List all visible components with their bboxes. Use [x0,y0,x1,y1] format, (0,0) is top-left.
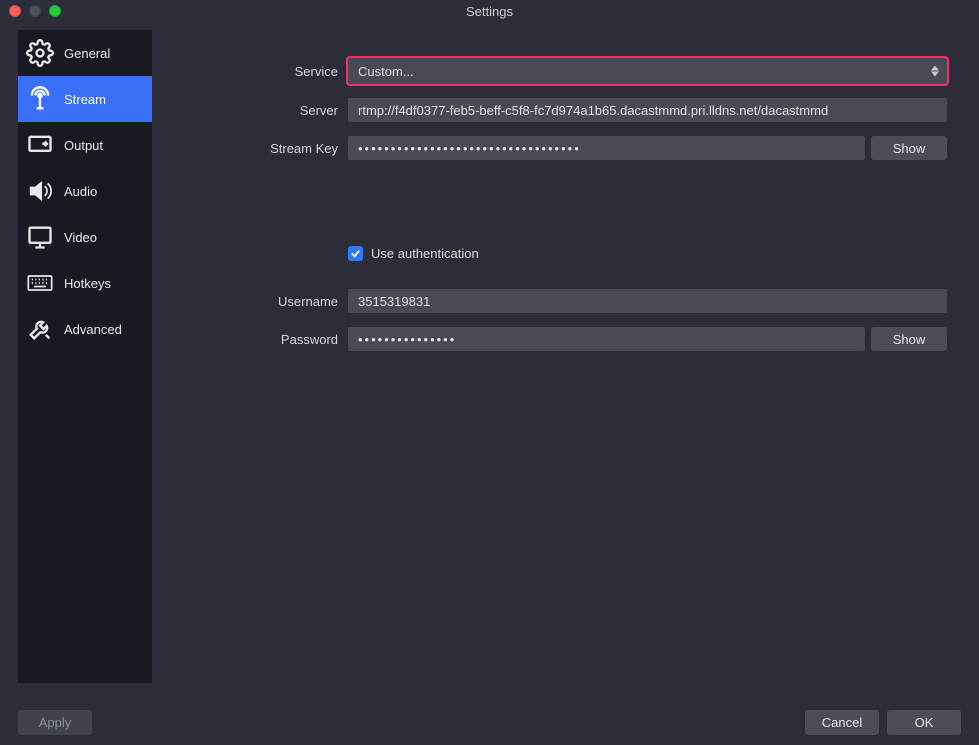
username-input[interactable] [348,289,947,313]
service-value: Custom... [358,64,414,79]
minimize-icon [29,5,41,17]
sidebar-item-label: Video [64,230,97,245]
streamkey-label: Stream Key [152,141,348,156]
password-label: Password [152,332,348,347]
useauth-label: Use authentication [371,246,479,261]
monitor-icon [24,221,56,253]
speaker-icon [24,175,56,207]
sidebar: General Stream Output Audio Video [18,30,152,683]
service-label: Service [152,64,348,79]
service-select[interactable]: Custom... [348,58,947,84]
sidebar-item-label: Stream [64,92,106,107]
close-icon[interactable] [9,5,21,17]
sidebar-item-label: Audio [64,184,97,199]
sidebar-item-hotkeys[interactable]: Hotkeys [18,260,152,306]
username-label: Username [152,294,348,309]
server-row: Server [152,98,961,122]
server-label: Server [152,103,348,118]
streamkey-input[interactable] [348,136,865,160]
username-row: Username [152,289,961,313]
window-title: Settings [0,4,979,19]
sidebar-item-output[interactable]: Output [18,122,152,168]
gear-icon [24,37,56,69]
show-password-button[interactable]: Show [871,327,947,351]
broadcast-icon [24,83,56,115]
password-row: Password Show [152,327,961,351]
keyboard-icon [24,267,56,299]
sidebar-item-video[interactable]: Video [18,214,152,260]
main-area: General Stream Output Audio Video [18,30,961,695]
server-input[interactable] [348,98,947,122]
zoom-icon[interactable] [49,5,61,17]
sidebar-item-audio[interactable]: Audio [18,168,152,214]
bottom-bar: Apply Cancel OK [18,710,961,735]
ok-button[interactable]: OK [887,710,961,735]
window-controls [0,5,61,17]
output-icon [24,129,56,161]
sidebar-item-stream[interactable]: Stream [18,76,152,122]
chevron-up-down-icon [931,66,939,77]
apply-button: Apply [18,710,92,735]
useauth-row: Use authentication [152,246,961,261]
tools-icon [24,313,56,345]
sidebar-item-label: Output [64,138,103,153]
streamkey-row: Stream Key Show [152,136,961,160]
sidebar-item-label: Hotkeys [64,276,111,291]
sidebar-item-label: General [64,46,110,61]
content-pane: Service Custom... Server Stream Key [152,30,961,695]
sidebar-item-advanced[interactable]: Advanced [18,306,152,352]
cancel-button[interactable]: Cancel [805,710,879,735]
show-streamkey-button[interactable]: Show [871,136,947,160]
password-input[interactable] [348,327,865,351]
sidebar-item-general[interactable]: General [18,30,152,76]
titlebar: Settings [0,0,979,22]
service-row: Service Custom... [152,58,961,84]
useauth-checkbox[interactable] [348,246,363,261]
sidebar-item-label: Advanced [64,322,122,337]
